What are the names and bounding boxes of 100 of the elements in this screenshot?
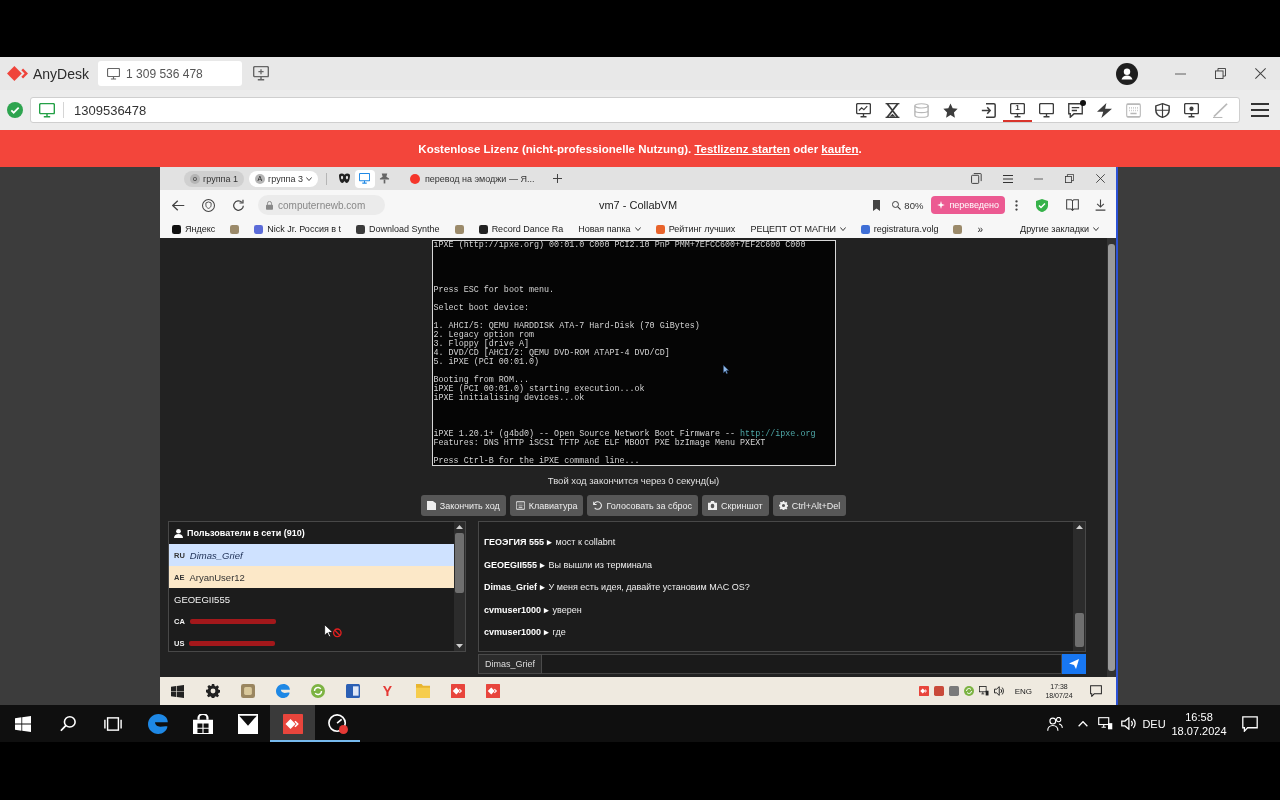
shield-icon: [1155, 102, 1170, 118]
monitor-icon: [1039, 102, 1054, 118]
scrollbar-thumb[interactable]: [455, 533, 464, 593]
bookmark-folder[interactable]: РЕЦЕПТ ОТ МАГНИ: [745, 221, 851, 237]
bookmark[interactable]: Яндекс: [167, 221, 221, 237]
toolbar-button[interactable]: 1: [1003, 98, 1032, 122]
banner-link[interactable]: Testlizenz starten: [694, 142, 791, 155]
bookmark-folder[interactable]: Новая папка: [573, 221, 646, 237]
settings-icon: [205, 684, 220, 698]
chat-icon: [1068, 102, 1083, 118]
envelope-icon: [237, 713, 258, 734]
vote-reset-button[interactable]: Голосовать за сброс: [587, 495, 699, 516]
ctrl-alt-del-button[interactable]: Ctrl+Alt+Del: [772, 495, 847, 516]
page-title: vm7 - CollabVM: [598, 199, 678, 211]
taskbar-app-button[interactable]: Y: [370, 677, 405, 705]
end-turn-button[interactable]: Закончить ход: [420, 495, 506, 516]
bag-icon: [192, 713, 213, 734]
gauge-icon: [327, 713, 348, 734]
no-entry-cursor-icon: [324, 624, 342, 639]
console-line: Booting from ROM...: [433, 376, 529, 385]
page-scrollbar[interactable]: [1107, 238, 1116, 677]
console-line: Features: DNS HTTP iSCSI TFTP AoE ELF MBOOT PXE bzImage Menu PXEXT: [433, 439, 766, 448]
taskbar-app-button[interactable]: [270, 705, 315, 742]
bookmark[interactable]: Nick Jr. Россия в t: [249, 221, 347, 237]
chat-username: cvmuser1000 ▸: [484, 627, 549, 638]
license-notice: Kostenlose Lizenz (nicht-professionelle Nutzung). Testlizenz starten oder kaufen.: [418, 142, 862, 155]
arrow-up-icon: [456, 525, 463, 529]
computer-icon[interactable]: [979, 686, 990, 696]
diamond-tile-icon[interactable]: [919, 686, 930, 696]
user-list-item[interactable]: GEOEGII555: [169, 588, 454, 610]
language-indicator[interactable]: ENG: [1014, 686, 1032, 696]
app-tile-icon[interactable]: [949, 686, 960, 696]
app-tile-icon[interactable]: [934, 686, 945, 696]
browser-tab[interactable]: перевод на эмоджи — Я...: [402, 169, 542, 188]
chat-message: где: [552, 627, 566, 638]
bookmarks-overflow-button[interactable]: »: [972, 221, 988, 237]
bookmark-folder[interactable]: Другие закладки: [1015, 221, 1104, 237]
users-scrollbar[interactable]: [454, 522, 465, 651]
user-icon: [174, 528, 183, 538]
monitor-icon: [1010, 102, 1025, 118]
undo-icon: [593, 501, 603, 510]
arrow-into-box-icon: [981, 102, 996, 118]
console-line: 3. Floppy [drive A]: [433, 340, 529, 349]
user-avatar-icon[interactable]: [1116, 62, 1138, 85]
keyboard-button[interactable]: Клавиатура: [509, 495, 584, 516]
circle-arrows-icon: [310, 684, 325, 698]
stack-icon: [971, 173, 982, 184]
diamond-tile-icon: [282, 713, 303, 734]
bookmark[interactable]: registratura.volg: [855, 221, 944, 237]
reload-icon: [232, 199, 244, 211]
bookmark[interactable]: Рейтинг лучших: [650, 221, 741, 237]
pin-icon: [379, 173, 391, 184]
restore-icon: [1214, 68, 1226, 79]
vm-screen[interactable]: [431, 240, 836, 466]
console-line: iPXE (http://ipxe.org) 00:01.0 C000 PCI2.10 PnP PMM+7EFCC600+7EF2C600 C000: [433, 241, 806, 250]
scrollbar-thumb[interactable]: [1108, 244, 1115, 671]
chevron-down-icon: [839, 227, 846, 231]
console-line: 2. Legacy option rom: [433, 331, 535, 340]
pen-icon: [1213, 102, 1228, 118]
address-field[interactable]: 1309536478: [74, 98, 849, 122]
chat-input-field[interactable]: [542, 654, 1062, 674]
windows-logo-icon: [171, 684, 184, 698]
scrollbar-thumb[interactable]: [1074, 613, 1084, 647]
magnifier-icon: [892, 200, 902, 210]
menu-icon: [1251, 103, 1269, 117]
speech-bubble-icon: [1242, 715, 1258, 732]
folder-icon: [415, 684, 430, 698]
chat-scrollbar[interactable]: [1073, 522, 1085, 651]
people-icon: [1047, 716, 1063, 731]
chat-username: cvmuser1000 ▸: [484, 604, 549, 615]
favicon-icon: [454, 224, 464, 234]
chat-message: У меня есть идея, давайте установим MAC OS?: [548, 582, 750, 593]
favicon-icon: [254, 224, 264, 234]
monitor-icon: [39, 102, 55, 118]
chat-username-label: Dimas_Grief: [478, 654, 542, 674]
session-tab[interactable]: 1 309 536 478: [98, 61, 243, 86]
diamond-tile-icon: [485, 684, 500, 698]
console-line: Press Ctrl-B for the iPXE command line...: [433, 457, 640, 465]
speaker-icon[interactable]: [994, 686, 1005, 696]
language-indicator[interactable]: DEU: [1140, 717, 1168, 730]
check-circle-icon: [7, 102, 23, 118]
speaker-icon[interactable]: [1120, 717, 1136, 730]
menu-icon: [1002, 174, 1013, 183]
turn-status: Твой ход закончится через 0 секунд(ы): [547, 474, 720, 488]
bookmark-icon: [872, 199, 880, 211]
bookmark[interactable]: Record Dance Ra: [473, 221, 569, 237]
keyboard-icon: [1126, 102, 1141, 118]
send-button[interactable]: [1062, 654, 1086, 674]
computer-icon[interactable]: [1097, 717, 1113, 730]
chevron-down-icon: [634, 227, 641, 231]
star-icon: [943, 102, 958, 118]
chat-username: ГЕОЭГИЯ 555 ▸: [484, 537, 552, 548]
screenshot-button[interactable]: Скриншот: [702, 495, 769, 516]
console-line: 4. DVD/CD [AHCI/2: QEMU DVD-ROM ATAPI-4 DVD/CD]: [433, 349, 670, 358]
bookmark[interactable]: Download Synthe: [351, 221, 445, 237]
clock-time: 16:58: [1185, 709, 1213, 724]
favicon-icon: [860, 224, 870, 234]
zoom-button[interactable]: 80%: [892, 196, 924, 214]
minimize-icon: [1034, 177, 1043, 180]
file-icon: [426, 501, 436, 510]
